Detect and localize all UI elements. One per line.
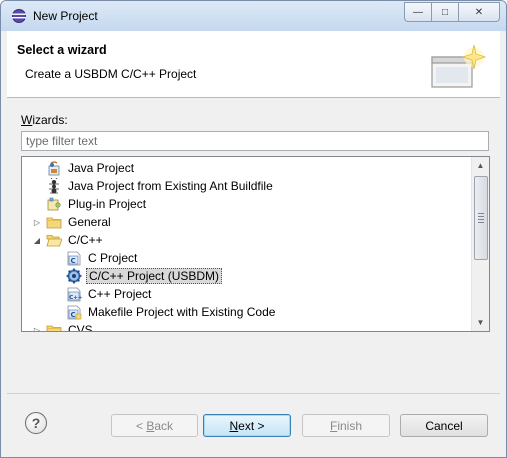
tree-item[interactable]: Plug-in Project <box>32 195 482 213</box>
back-button-prefix: < <box>135 418 147 433</box>
filter-input[interactable] <box>21 131 489 151</box>
folder-open-icon <box>46 232 63 248</box>
c-project-icon: C <box>66 250 82 266</box>
help-icon: ? <box>31 415 41 431</box>
next-button-label: ext > <box>238 418 265 433</box>
new-project-dialog: New Project — □ ✕ Select a wizard Create… <box>0 0 507 458</box>
finish-button-label: inish <box>337 418 363 433</box>
scrollbar-thumb[interactable] <box>474 176 488 260</box>
tree-item-label: C Project <box>88 251 138 265</box>
makefile-project-icon: C <box>66 304 82 320</box>
folder-icon <box>46 322 62 331</box>
svg-text:C: C <box>71 311 76 319</box>
wizard-tree[interactable]: Java Project Java Project from Existing A… <box>21 156 490 332</box>
scroll-down-icon[interactable]: ▼ <box>472 314 489 331</box>
usbdm-gear-icon <box>66 268 82 284</box>
help-button[interactable]: ? <box>25 412 47 434</box>
tree-item[interactable]: Java Project <box>32 159 482 177</box>
tree-item-label: Java Project <box>68 161 135 175</box>
tree-item[interactable]: Java Project from Existing Ant Buildfile <box>32 177 482 195</box>
maximize-icon: □ <box>441 6 449 18</box>
tree-item[interactable]: ◢ C/C++ <box>32 231 482 249</box>
new-wizard-banner-icon <box>431 44 487 88</box>
tree-item[interactable]: C++ C++ Project <box>52 285 489 303</box>
tree-item[interactable]: C Makefile Project with Existing Code <box>52 303 489 321</box>
next-mnemonic: N <box>229 418 239 433</box>
java-project-icon <box>46 160 62 176</box>
finish-button[interactable]: Finish <box>302 414 390 437</box>
tree-item-label: C++ Project <box>88 287 152 301</box>
tree-item[interactable]: ▷ CVS <box>32 321 482 332</box>
collapsed-arrow-icon[interactable]: ▷ <box>32 325 42 332</box>
window-title: New Project <box>33 9 98 23</box>
wizard-header: Select a wizard Create a USBDM C/C++ Pro… <box>7 31 500 98</box>
tree-item-label: C/C++ Project (USBDM) <box>86 268 223 284</box>
minimize-icon: — <box>413 6 423 18</box>
svg-text:C++: C++ <box>69 295 82 301</box>
tree-item[interactable]: ▷ General <box>32 213 482 231</box>
back-button[interactable]: < Back <box>111 414 198 437</box>
close-icon: ✕ <box>474 6 484 18</box>
svg-text:C: C <box>71 257 76 265</box>
window-controls: — □ ✕ <box>404 2 500 22</box>
close-button[interactable]: ✕ <box>458 2 500 22</box>
next-button[interactable]: Next > <box>203 414 291 437</box>
cancel-button[interactable]: Cancel <box>400 414 488 437</box>
scroll-up-icon[interactable]: ▲ <box>472 157 489 174</box>
collapsed-arrow-icon[interactable]: ▷ <box>32 217 42 227</box>
cpp-project-icon: C++ <box>66 286 83 302</box>
maximize-button[interactable]: □ <box>431 2 459 22</box>
plugin-project-icon <box>46 196 62 212</box>
tree-item-label: Java Project from Existing Ant Buildfile <box>68 179 273 193</box>
grip-icon <box>478 213 484 225</box>
tree-item-label: General <box>68 215 111 229</box>
ant-buildfile-icon <box>46 177 62 194</box>
button-bar-separator <box>7 393 500 394</box>
page-title: Select a wizard <box>17 43 107 57</box>
wizards-label: Wizards: <box>21 113 68 127</box>
expanded-arrow-icon[interactable]: ◢ <box>32 235 42 245</box>
title-bar[interactable]: New Project — □ ✕ <box>1 1 506 31</box>
eclipse-icon <box>12 9 26 23</box>
tree-item[interactable]: C C Project <box>52 249 489 267</box>
tree-item-label: CVS <box>68 323 93 332</box>
cancel-button-label: Cancel <box>425 418 463 433</box>
finish-mnemonic: F <box>329 418 338 433</box>
page-description: Create a USBDM C/C++ Project <box>25 67 197 81</box>
tree-item[interactable]: C/C++ Project (USBDM) <box>52 267 489 285</box>
tree-item-label: Plug-in Project <box>68 197 147 211</box>
tree-item-label: Makefile Project with Existing Code <box>88 305 276 319</box>
back-mnemonic: B <box>146 418 155 433</box>
folder-icon <box>46 214 62 230</box>
vertical-scrollbar[interactable]: ▲ ▼ <box>471 157 489 331</box>
back-button-label: ack <box>154 418 174 433</box>
minimize-button[interactable]: — <box>404 2 432 22</box>
tree-item-label: C/C++ <box>68 233 103 247</box>
